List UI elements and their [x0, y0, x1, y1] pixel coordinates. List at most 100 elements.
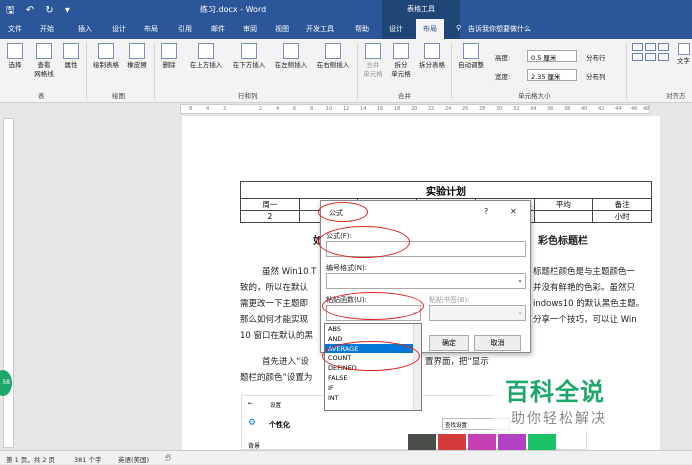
align-top-center-icon[interactable]: [645, 43, 656, 51]
split-cells-button[interactable]: 拆分 单元格: [388, 43, 414, 79]
table-header-cell[interactable]: 周一: [240, 198, 300, 211]
color-swatch: [468, 434, 496, 450]
properties-icon: [63, 43, 79, 59]
ruler-tick: 24: [445, 106, 452, 112]
col-width-input[interactable]: 2.35 厘米: [527, 69, 577, 81]
insert-right-button[interactable]: 在右侧插入: [313, 43, 353, 70]
ruler-tick: 14: [360, 106, 367, 112]
eraser-icon: [129, 43, 145, 59]
table-title-cell[interactable]: 实验计划: [240, 181, 652, 199]
ruler-tick: 18: [394, 106, 401, 112]
color-swatch: [408, 434, 436, 450]
table-cell[interactable]: 小时: [592, 210, 652, 223]
function-option[interactable]: IF: [325, 383, 421, 393]
properties-button[interactable]: 属性: [60, 43, 82, 70]
para1-line-right: 并没有鲜艳的色彩。虽然只: [533, 283, 636, 293]
align-middle-center-icon[interactable]: [645, 53, 656, 61]
tab-view[interactable]: 视图: [275, 24, 289, 34]
function-option[interactable]: INT: [325, 393, 421, 403]
paste-bookmark-select[interactable]: ⌄: [429, 305, 526, 321]
ruler-tick: 2: [223, 106, 227, 112]
horizontal-ruler[interactable]: 8 4 2 2 4 6 8 10 12 14 16 18 20 22 24 26…: [180, 104, 650, 114]
distribute-rows-button[interactable]: 分布行: [586, 52, 606, 62]
para1-line: 那么如何才能实现: [240, 315, 309, 325]
list-scrollbar[interactable]: [413, 324, 421, 410]
text-direction-button[interactable]: 文字: [675, 43, 692, 66]
eraser-button[interactable]: 橡皮擦: [124, 43, 150, 70]
ruler-tick: 26: [462, 106, 469, 112]
tab-design[interactable]: 设计: [112, 24, 126, 34]
ruler-tick: 4: [206, 106, 210, 112]
ruler-tick: 44: [615, 106, 622, 112]
language[interactable]: 英语(美国): [118, 454, 149, 464]
tab-mailings[interactable]: 邮件: [211, 24, 225, 34]
vertical-ruler[interactable]: [3, 118, 14, 448]
tab-table-layout[interactable]: 布局: [416, 19, 444, 39]
table-cell[interactable]: [533, 210, 594, 223]
split-table-button[interactable]: 拆分表格: [416, 43, 448, 70]
para1-line: 10 窗口在默认的黑: [240, 331, 314, 341]
tab-review[interactable]: 审阅: [243, 24, 257, 34]
tell-me-box[interactable]: 告诉我你想要做什么: [468, 24, 531, 34]
table-cell[interactable]: 2: [240, 210, 300, 223]
title-bar: 🖫 ↶ ↻ ▾ 练习.docx - Word 表格工具: [0, 0, 692, 19]
cancel-button[interactable]: 取消: [474, 335, 521, 351]
context-tab-group: 表格工具: [382, 0, 460, 19]
insert-below-icon: [241, 43, 257, 59]
delete-button[interactable]: 删除: [158, 43, 180, 70]
align-middle-right-icon[interactable]: [658, 53, 669, 61]
cursor-icon: [7, 43, 23, 59]
word-count[interactable]: 381 个字: [74, 454, 101, 464]
align-middle-left-icon[interactable]: [632, 53, 643, 61]
insert-left-button[interactable]: 在左侧插入: [271, 43, 311, 70]
ruler-tick: 8: [189, 106, 193, 112]
help-button[interactable]: ?: [484, 207, 488, 216]
text-direction-icon: [677, 43, 690, 55]
close-button[interactable]: ✕: [510, 207, 517, 216]
function-option[interactable]: FALSE: [325, 373, 421, 383]
chevron-down-icon[interactable]: ⌄: [517, 308, 523, 316]
insert-right-icon: [325, 43, 341, 59]
align-top-right-icon[interactable]: [658, 43, 669, 51]
macro-icon[interactable]: 🗊: [165, 454, 171, 465]
tab-layout[interactable]: 布局: [144, 24, 158, 34]
watermark: 百科全说 助你轻松解决: [493, 372, 648, 432]
quick-access-toolbar[interactable]: 🖫 ↶ ↻ ▾: [6, 3, 74, 20]
merge-cells-button[interactable]: 合并 单元格: [360, 43, 386, 79]
row-height-input[interactable]: 0.5 厘米: [527, 50, 577, 62]
tab-file[interactable]: 文件: [8, 24, 22, 34]
distribute-cols-button[interactable]: 分布列: [586, 71, 606, 81]
ruler-tick: 8: [310, 106, 314, 112]
autofit-button[interactable]: 自动调整: [454, 43, 488, 70]
select-button[interactable]: 选择: [4, 43, 26, 70]
tab-references[interactable]: 引用: [178, 24, 192, 34]
gridlines-button[interactable]: 查看 网格线: [30, 43, 58, 79]
tab-developer[interactable]: 开发工具: [306, 24, 334, 34]
insert-above-button[interactable]: 在上方插入: [186, 43, 226, 70]
tab-help[interactable]: 帮助: [355, 24, 369, 34]
insert-left-icon: [283, 43, 299, 59]
chevron-down-icon[interactable]: ⌄: [517, 276, 523, 284]
delete-table-icon: [161, 43, 177, 59]
gear-icon: ⚙: [248, 418, 257, 428]
table-header-cell[interactable]: 备注: [592, 198, 652, 211]
function-option[interactable]: ABS: [325, 324, 421, 334]
split-cells-icon: [393, 43, 409, 59]
alignment-grid[interactable]: [632, 43, 672, 73]
ribbon: 选择 查看 网格线 属性 表 绘制表格 橡皮擦 绘图 删除 在上方插入 在下方插…: [0, 39, 692, 103]
align-icons[interactable]: [632, 43, 672, 61]
ok-button[interactable]: 确定: [429, 335, 469, 351]
number-format-select[interactable]: ⌄: [326, 273, 526, 289]
pencil-icon: [98, 43, 114, 59]
page-count[interactable]: 第 1 页，共 2 页: [6, 454, 55, 464]
draw-table-button[interactable]: 绘制表格: [90, 43, 122, 70]
tab-home[interactable]: 开始: [40, 24, 54, 34]
tab-insert[interactable]: 插入: [78, 24, 92, 34]
group-separator: [86, 43, 87, 99]
tab-table-design[interactable]: 设计: [389, 24, 403, 34]
group-table-label: 表: [38, 92, 45, 100]
table-header-cell[interactable]: 平均: [533, 198, 594, 211]
search-icon: ⚲: [456, 24, 462, 32]
align-top-left-icon[interactable]: [632, 43, 643, 51]
insert-below-button[interactable]: 在下方插入: [229, 43, 269, 70]
